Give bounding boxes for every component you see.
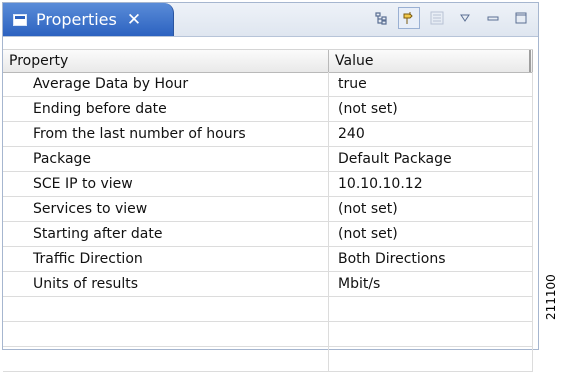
property-cell: Units of results [3,272,329,296]
property-cell [3,297,329,321]
table-row[interactable]: Starting after date (not set) [3,222,533,247]
minimize-icon[interactable] [482,7,504,29]
value-cell[interactable]: Both Directions [329,247,533,271]
property-cell: From the last number of hours [3,122,329,146]
property-cell: Average Data by Hour [3,72,329,96]
table-row[interactable]: Ending before date (not set) [3,97,533,122]
view-toolbar [370,7,532,29]
value-cell [329,322,533,346]
value-cell[interactable]: 10.10.10.12 [329,172,533,196]
value-cell[interactable]: true [329,72,533,96]
table-row-empty [3,297,533,322]
table-row[interactable]: Services to view (not set) [3,197,533,222]
table-header: Property Value [3,49,533,73]
tab-properties[interactable]: Properties ✕ [3,3,174,36]
value-cell[interactable]: 240 [329,122,533,146]
property-cell: Services to view [3,197,329,221]
maximize-icon[interactable] [510,7,532,29]
table-row[interactable]: Units of results Mbit/s [3,272,533,297]
value-cell[interactable]: (not set) [329,222,533,246]
value-cell [329,347,533,371]
view-menu-icon[interactable] [454,7,476,29]
value-cell[interactable]: Default Package [329,147,533,171]
table-row[interactable]: Traffic Direction Both Directions [3,247,533,272]
table-row[interactable]: SCE IP to view 10.10.10.12 [3,172,533,197]
pin-icon[interactable] [398,7,420,29]
view-header: Properties ✕ [3,3,538,37]
value-cell [329,297,533,321]
close-icon[interactable]: ✕ [127,10,141,30]
table-row[interactable]: Package Default Package [3,147,533,172]
column-header-value[interactable]: Value [329,50,533,72]
property-cell [3,322,329,346]
tab-title: Properties [36,10,117,29]
property-cell [3,347,329,371]
properties-icon [13,13,27,26]
tree-icon[interactable] [370,7,392,29]
properties-view: Properties ✕ Property Value Average Data… [2,2,539,372]
value-cell[interactable]: (not set) [329,197,533,221]
column-header-property[interactable]: Property [3,50,329,72]
property-cell: Starting after date [3,222,329,246]
properties-table: Property Value Average Data by Hour true… [3,37,538,372]
value-cell[interactable]: (not set) [329,97,533,121]
table-row-empty [3,347,533,372]
filter-icon[interactable] [426,7,448,29]
table-body: Average Data by Hour true Ending before … [3,72,533,372]
table-row-empty [3,322,533,347]
table-row[interactable]: From the last number of hours 240 [3,122,533,147]
property-cell: Package [3,147,329,171]
value-cell[interactable]: Mbit/s [329,272,533,296]
table-row[interactable]: Average Data by Hour true [3,72,533,97]
figure-number: 211100 [544,274,558,320]
property-cell: Traffic Direction [3,247,329,271]
property-cell: Ending before date [3,97,329,121]
property-cell: SCE IP to view [3,172,329,196]
